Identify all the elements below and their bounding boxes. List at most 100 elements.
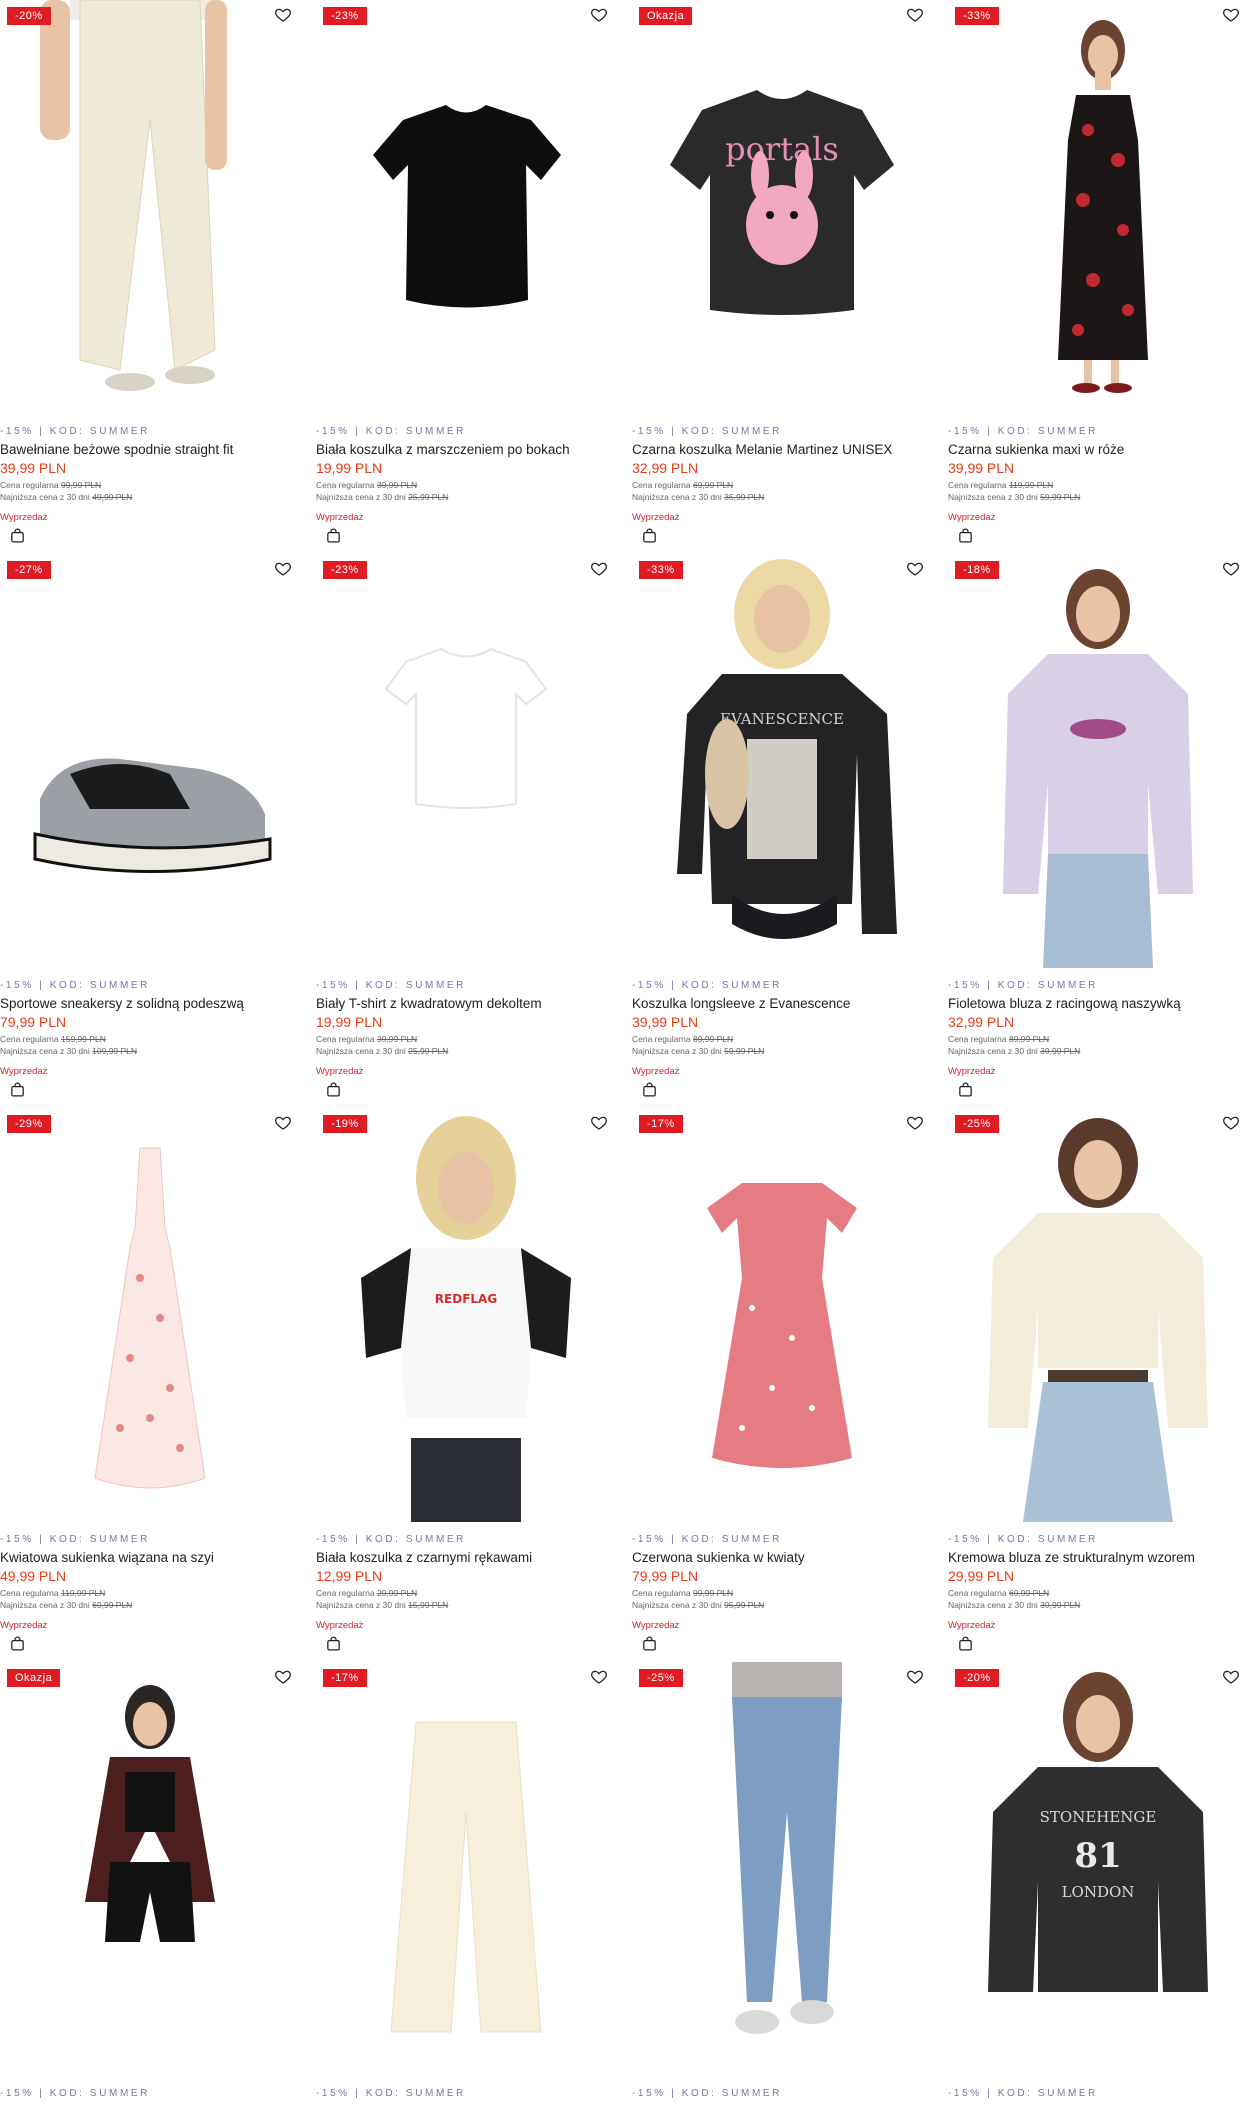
lowest-price: 35,99 PLN	[724, 492, 765, 502]
product-card[interactable]: -27% -15% | KOD: SUMMER Sportowe sneaker…	[0, 554, 300, 1108]
product-image[interactable]	[632, 1662, 932, 2076]
discount-badge: -25%	[955, 1115, 999, 1133]
shopping-bag-icon[interactable]	[957, 1635, 975, 1653]
product-card[interactable]: -25% -15% | KOD: SUMMER Cena regularna N…	[632, 1662, 932, 2111]
regular-price-row: Cena regularna 89,99 PLN	[632, 1034, 733, 1044]
product-image[interactable]: EVANESCENCE	[632, 554, 932, 968]
product-name[interactable]: Kremowa bluza ze strukturalnym wzorem	[948, 1550, 1250, 1565]
heart-icon[interactable]	[274, 6, 294, 26]
heart-icon[interactable]	[590, 6, 610, 26]
heart-icon[interactable]	[906, 560, 926, 580]
heart-icon[interactable]	[274, 1668, 294, 1688]
product-image[interactable]	[632, 1108, 932, 1522]
product-image[interactable]	[0, 1662, 300, 2076]
discount-badge: -23%	[323, 561, 367, 579]
product-image[interactable]	[316, 554, 616, 968]
promo-code: -15% | KOD: SUMMER	[316, 1534, 466, 1545]
shopping-bag-icon[interactable]	[957, 527, 975, 545]
shopping-bag-icon[interactable]	[641, 1081, 659, 1099]
lowest-price-row: Najniższa cena z 30 dni 25,99 PLN	[316, 1046, 448, 1056]
product-name[interactable]: Fioletowa bluza z racingową naszywką	[948, 996, 1250, 1011]
product-image[interactable]: STONEHENGE 81 LONDON	[948, 1662, 1248, 2076]
product-card[interactable]: STONEHENGE 81 LONDON -20% -15% | KOD: SU…	[948, 1662, 1248, 2111]
product-image[interactable]	[0, 0, 300, 414]
product-name[interactable]: Czerwona sukienka w kwiaty	[632, 1550, 942, 1565]
heart-icon[interactable]	[1222, 1114, 1242, 1134]
shopping-bag-icon[interactable]	[9, 527, 27, 545]
product-name[interactable]: Kwiatowa sukienka wiązana na szyi	[0, 1550, 310, 1565]
promo-code: -15% | KOD: SUMMER	[948, 980, 1098, 991]
shopping-bag-icon[interactable]	[9, 1081, 27, 1099]
regular-price: 99,99 PLN	[60, 480, 102, 490]
product-price: 39,99 PLN	[0, 460, 67, 476]
heart-icon[interactable]	[906, 6, 926, 26]
product-card[interactable]: -25% -15% | KOD: SUMMER Kremowa bluza ze…	[948, 1108, 1248, 1662]
shopping-bag-icon[interactable]	[641, 1635, 659, 1653]
lowest-price-label: Najniższa cena z 30 dni	[632, 492, 722, 502]
product-card[interactable]: -29% -15% | KOD: SUMMER Kwiatowa sukienk…	[0, 1108, 300, 1662]
product-image[interactable]	[0, 1108, 300, 1522]
lowest-price: 25,99 PLN	[408, 1046, 449, 1056]
heart-icon[interactable]	[274, 560, 294, 580]
product-card[interactable]: -23% -15% | KOD: SUMMER Biała koszulka z…	[316, 0, 616, 554]
product-card[interactable]: -18% -15% | KOD: SUMMER Fioletowa bluza …	[948, 554, 1248, 1108]
promo-code: -15% | KOD: SUMMER	[632, 1534, 782, 1545]
shopping-bag-icon[interactable]	[325, 1635, 343, 1653]
heart-icon[interactable]	[590, 1114, 610, 1134]
product-name[interactable]: Biała koszulka z marszczeniem po bokach	[316, 442, 626, 457]
product-image[interactable]: portals	[632, 0, 932, 414]
heart-icon[interactable]	[1222, 1668, 1242, 1688]
promo-code: -15% | KOD: SUMMER	[632, 426, 782, 437]
heart-icon[interactable]	[906, 1668, 926, 1688]
shopping-bag-icon[interactable]	[325, 527, 343, 545]
product-card[interactable]: Okazja -15% | KOD: SUMMER Cena regularna…	[0, 1662, 300, 2111]
product-image[interactable]	[316, 0, 616, 414]
product-name[interactable]: Czarna sukienka maxi w róże	[948, 442, 1250, 457]
product-price: 29,99 PLN	[948, 1568, 1015, 1584]
product-name[interactable]: Bawełniane beżowe spodnie straight fit	[0, 442, 310, 457]
lowest-price-row: Najniższa cena z 30 dni 39,99 PLN	[948, 1600, 1080, 1610]
lowest-price: 109,99 PLN	[92, 1046, 138, 1056]
product-image[interactable]	[948, 554, 1248, 968]
regular-price-row: Cena regularna 89,99 PLN	[948, 1034, 1049, 1044]
shopping-bag-icon[interactable]	[957, 1081, 975, 1099]
product-image[interactable]	[948, 1108, 1248, 1522]
product-name[interactable]: Biała koszulka z czarnymi rękawami	[316, 1550, 626, 1565]
heart-icon[interactable]	[274, 1114, 294, 1134]
product-name[interactable]: Koszulka longsleeve z Evanescence	[632, 996, 942, 1011]
regular-price: 39,99 PLN	[376, 1034, 418, 1044]
heart-icon[interactable]	[590, 560, 610, 580]
regular-price: 69,99 PLN	[692, 480, 734, 490]
product-price: 39,99 PLN	[632, 1014, 699, 1030]
product-card[interactable]: -33% -15% | KOD: SUMMER Czarna sukienka …	[948, 0, 1248, 554]
product-card[interactable]: portals Okazja -15% | KOD: SUMMER Czarna…	[632, 0, 932, 554]
lowest-price-row: Najniższa cena z 30 dni 25,99 PLN	[316, 492, 448, 502]
product-image[interactable]: REDFLAG	[316, 1108, 616, 1522]
regular-price-row: Cena regularna 119,99 PLN	[948, 480, 1053, 490]
product-name[interactable]: Czarna koszulka Melanie Martinez UNISEX	[632, 442, 942, 457]
product-card[interactable]: -20% -15% | KOD: SUMMER Bawełniane beżow…	[0, 0, 300, 554]
product-name[interactable]: Sportowe sneakersy z solidną podeszwą	[0, 996, 310, 1011]
product-image[interactable]	[0, 554, 300, 968]
lowest-price-label: Najniższa cena z 30 dni	[632, 1600, 722, 1610]
heart-icon[interactable]	[1222, 560, 1242, 580]
product-card[interactable]: -23% -15% | KOD: SUMMER Biały T-shirt z …	[316, 554, 616, 1108]
product-card[interactable]: REDFLAG -19% -15% | KOD: SUMMER Biała ko…	[316, 1108, 616, 1662]
shopping-bag-icon[interactable]	[325, 1081, 343, 1099]
product-image[interactable]	[948, 0, 1248, 414]
discount-badge: -18%	[955, 561, 999, 579]
product-price: 19,99 PLN	[316, 1014, 383, 1030]
product-image[interactable]	[316, 1662, 616, 2076]
heart-icon[interactable]	[906, 1114, 926, 1134]
heart-icon[interactable]	[1222, 6, 1242, 26]
heart-icon[interactable]	[590, 1668, 610, 1688]
shopping-bag-icon[interactable]	[641, 527, 659, 545]
product-card[interactable]: -17% -15% | KOD: SUMMER Czerwona sukienk…	[632, 1108, 932, 1662]
svg-text:STONEHENGE: STONEHENGE	[1040, 1808, 1157, 1826]
product-name[interactable]: Biały T-shirt z kwadratowym dekoltem	[316, 996, 626, 1011]
shopping-bag-icon[interactable]	[9, 1635, 27, 1653]
product-card[interactable]: EVANESCENCE -33% -15% | KOD: SUMMER Kosz…	[632, 554, 932, 1108]
product-card[interactable]: -17% -15% | KOD: SUMMER Cena regularna N…	[316, 1662, 616, 2111]
regular-price-label: Cena regularna	[316, 1588, 375, 1598]
discount-badge: -17%	[323, 1669, 367, 1687]
